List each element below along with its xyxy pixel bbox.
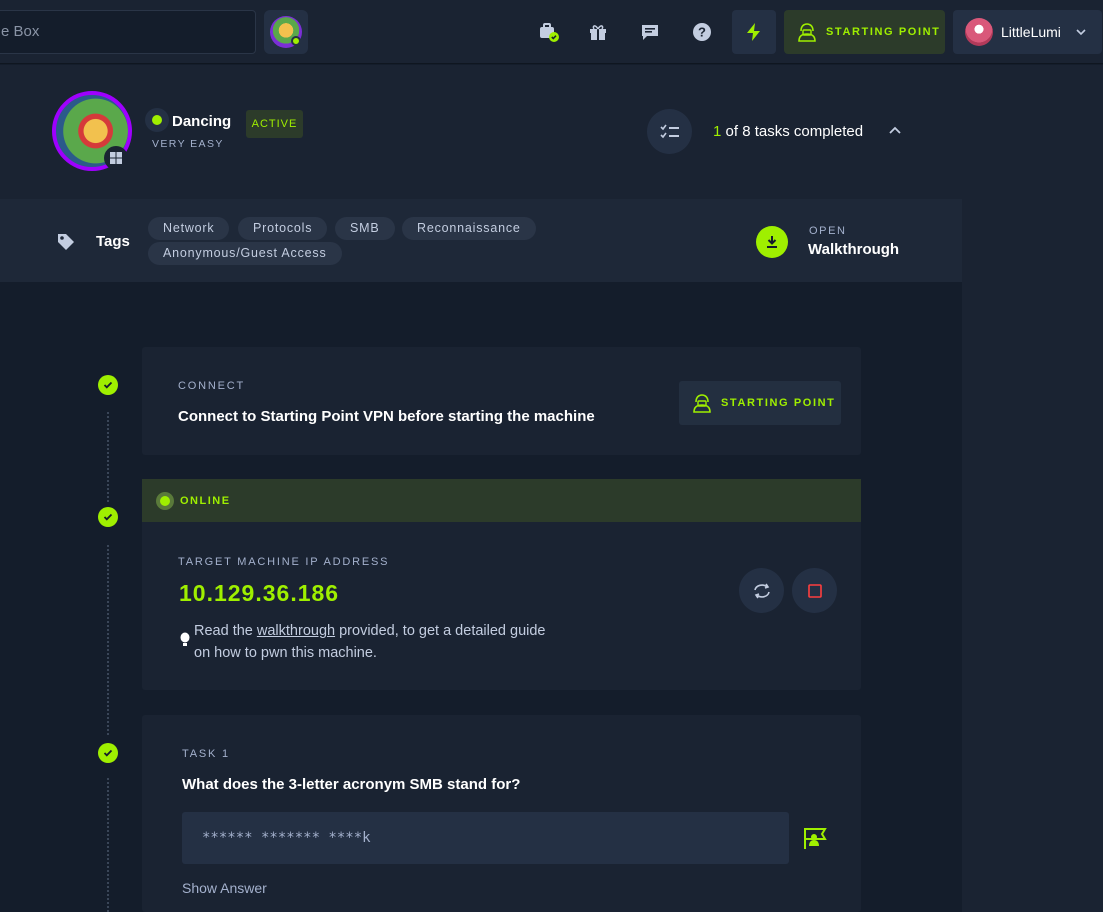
reset-machine-button[interactable] xyxy=(739,568,784,613)
walkthrough-open-label: OPEN xyxy=(809,225,847,237)
top-bar: e Box ? STARTING POINT LittleLumi xyxy=(0,0,1103,64)
bolt-icon xyxy=(747,23,760,41)
gift-icon[interactable] xyxy=(580,14,616,50)
check-icon xyxy=(98,743,118,763)
tag-icon xyxy=(58,234,74,250)
hacker-icon xyxy=(693,394,711,413)
stop-icon xyxy=(807,583,822,598)
tasks-progress-suffix: of 8 tasks completed xyxy=(725,123,864,140)
ip-label: TARGET MACHINE IP ADDRESS xyxy=(178,556,390,568)
vpn-check-icon[interactable] xyxy=(530,14,566,50)
connect-title: Connect to Starting Point VPN before sta… xyxy=(178,408,595,425)
right-panel xyxy=(962,65,1103,912)
online-indicator xyxy=(156,492,174,510)
walkthrough-link[interactable]: Walkthrough xyxy=(808,241,899,258)
online-status-bar xyxy=(142,479,861,522)
starting-point-label: STARTING POINT xyxy=(826,26,941,38)
tags-label: Tags xyxy=(96,233,130,250)
online-status-text: ONLINE xyxy=(180,495,231,507)
refresh-icon xyxy=(753,583,770,598)
tasks-progress: 1 of 8 tasks completed xyxy=(713,123,863,140)
connect-label: CONNECT xyxy=(178,380,245,392)
tag-chip[interactable]: SMB xyxy=(335,217,395,240)
timeline-connector xyxy=(107,545,109,735)
timeline-connector xyxy=(107,778,109,912)
check-icon xyxy=(98,375,118,395)
chevron-down-icon xyxy=(1076,29,1086,36)
avatar xyxy=(965,18,993,46)
tag-chip[interactable]: Anonymous/Guest Access xyxy=(148,242,342,265)
svg-text:?: ? xyxy=(698,25,706,40)
task-question: What does the 3-letter acronym SMB stand… xyxy=(182,776,521,793)
difficulty-label: VERY EASY xyxy=(152,138,224,150)
machine-name: Dancing xyxy=(172,113,232,130)
lightbulb-icon xyxy=(180,632,190,646)
hacker-icon xyxy=(798,23,816,42)
tag-chip[interactable]: Network xyxy=(148,217,230,240)
target-ip-address[interactable]: 10.129.36.186 xyxy=(179,580,339,607)
starting-point-button[interactable]: STARTING POINT xyxy=(784,10,945,54)
bolt-button[interactable] xyxy=(732,10,776,54)
walkthrough-hint: Read the walkthrough provided, to get a … xyxy=(194,620,554,664)
task-label: TASK 1 xyxy=(182,748,230,760)
status-indicator xyxy=(145,108,169,132)
tag-chip[interactable]: Reconnaissance xyxy=(402,217,536,240)
user-menu-button[interactable]: LittleLumi xyxy=(953,10,1102,54)
download-icon[interactable] xyxy=(756,226,788,258)
online-dot xyxy=(291,36,301,46)
stop-machine-button[interactable] xyxy=(792,568,837,613)
chevron-up-icon[interactable] xyxy=(886,122,904,140)
starting-point-vpn-button[interactable]: STARTING POINT xyxy=(679,381,841,425)
machine-avatar-button[interactable] xyxy=(264,10,308,54)
username: LittleLumi xyxy=(1001,24,1061,40)
walkthrough-hint-link[interactable]: walkthrough xyxy=(257,623,335,639)
tasks-list-icon[interactable] xyxy=(647,109,692,154)
status-badge: ACTIVE xyxy=(246,110,303,138)
timeline-connector xyxy=(107,412,109,502)
starting-point-vpn-label: STARTING POINT xyxy=(721,397,836,409)
hint-text-before: Read the xyxy=(194,623,257,639)
answer-input[interactable]: ****** ******* ****k xyxy=(182,812,789,864)
show-answer-link[interactable]: Show Answer xyxy=(182,880,267,896)
check-icon xyxy=(98,507,118,527)
submit-flag-icon[interactable] xyxy=(803,826,827,850)
chat-icon[interactable] xyxy=(632,14,668,50)
tag-chip[interactable]: Protocols xyxy=(238,217,328,240)
help-icon[interactable]: ? xyxy=(684,14,720,50)
search-input[interactable]: e Box xyxy=(0,10,256,54)
tasks-completed-count: 1 xyxy=(713,123,722,140)
windows-icon xyxy=(104,146,128,170)
